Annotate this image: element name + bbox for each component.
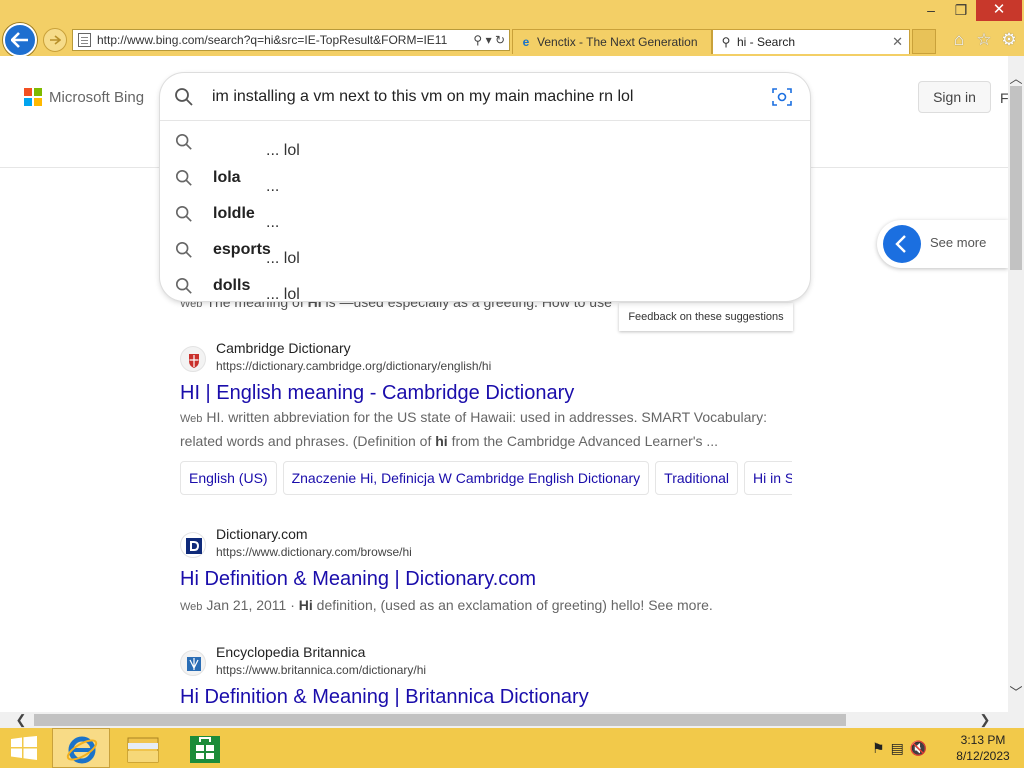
page-icon (78, 33, 91, 47)
favorites-star-icon[interactable]: ☆ (973, 29, 995, 51)
search-icon[interactable] (174, 87, 194, 107)
result-url[interactable]: https://www.dictionary.com/browse/hi (216, 545, 412, 559)
result-site-name[interactable]: Cambridge Dictionary (216, 340, 351, 356)
clock[interactable]: 3:13 PM 8/12/2023 (948, 732, 1018, 764)
close-tab-icon[interactable]: ✕ (892, 30, 903, 54)
deep-links: English (US) Znaczenie Hi, Definicja W Ca… (180, 461, 792, 497)
horizontal-scroll-thumb[interactable] (34, 714, 846, 726)
suggestion-item[interactable]: ... loldle (160, 196, 810, 232)
result-title-link[interactable]: HI | English meaning - Cambridge Diction… (180, 382, 574, 405)
horizontal-scrollbar[interactable]: ❮ ❯ (0, 712, 1024, 728)
back-arrow-icon (11, 32, 28, 48)
close-window-button[interactable]: ✕ (976, 0, 1022, 21)
scroll-left-icon[interactable]: ❮ (13, 712, 29, 728)
dictionary-com-favicon (180, 532, 206, 558)
search-input[interactable]: im installing a vm next to this vm on my… (212, 88, 633, 106)
clock-date: 8/12/2023 (956, 749, 1010, 763)
network-icon[interactable]: ▤ (891, 740, 910, 756)
result-url[interactable]: https://www.britannica.com/dictionary/hi (216, 663, 426, 677)
address-bar[interactable]: http://www.bing.com/search?q=hi&src=IE-T… (72, 29, 510, 51)
suggestion-item[interactable]: ... lol (160, 124, 810, 160)
scroll-down-icon[interactable]: ﹀ (1008, 682, 1024, 701)
browser-titlebar: http://www.bing.com/search?q=hi&src=IE-T… (0, 0, 1024, 57)
back-button[interactable] (3, 23, 37, 57)
web-label: Web (180, 601, 203, 613)
search-icon (175, 133, 192, 150)
search-icon (175, 205, 192, 222)
search-icon[interactable]: ⚲ (473, 33, 482, 47)
search-result: Dictionary.com https://www.dictionary.co… (180, 526, 800, 626)
settings-gear-icon[interactable]: ⚙ (998, 29, 1020, 51)
result-snippet: Web HI. written abbreviation for the US s… (180, 409, 767, 449)
chevron-left-icon (883, 225, 921, 263)
see-more-button[interactable]: See more (877, 220, 1008, 268)
ie-icon: e (522, 35, 530, 49)
logo-text: Microsoft Bing (49, 88, 145, 106)
deep-link-chip[interactable]: Znaczenie Hi, Definicja W Cambridge Engl… (282, 461, 650, 495)
windows-start-icon[interactable] (10, 736, 38, 760)
address-text: http://www.bing.com/search?q=hi&src=IE-T… (97, 33, 448, 47)
search-icon (175, 241, 192, 258)
forward-button[interactable] (43, 28, 67, 52)
clock-time: 3:13 PM (960, 733, 1006, 747)
tab-venctix[interactable]: e Venctix - The Next Generation (512, 29, 712, 54)
suggestion-feedback-link[interactable]: Feedback on these suggestions (619, 303, 793, 331)
search-icon (175, 277, 192, 294)
system-tray: ⚑▤🔇 (872, 740, 933, 757)
dropdown-icon[interactable]: ▾ (486, 33, 492, 47)
suggestion-item[interactable]: ... lola (160, 160, 810, 196)
store-icon (190, 736, 220, 763)
forward-arrow-icon (50, 35, 61, 45)
deep-link-chip[interactable]: Hi in S (744, 461, 792, 495)
taskbar: ⚑▤🔇 3:13 PM 8/12/2023 (0, 728, 1024, 768)
result-title-link[interactable]: Hi Definition & Meaning | Britannica Dic… (180, 686, 589, 709)
search-result: Encyclopedia Britannica https://www.brit… (180, 644, 800, 712)
taskbar-internet-explorer[interactable] (52, 728, 110, 768)
volume-muted-icon[interactable]: 🔇 (910, 740, 933, 756)
result-site-name[interactable]: Dictionary.com (216, 526, 308, 542)
result-snippet: Web Jan 21, 2011 · Hi definition, (used a… (180, 594, 790, 618)
taskbar-store[interactable] (176, 728, 234, 768)
search-box: im installing a vm next to this vm on my… (160, 73, 810, 304)
search-input-row[interactable]: im installing a vm next to this vm on my… (160, 73, 810, 121)
vertical-scroll-thumb[interactable] (1010, 86, 1022, 270)
result-url[interactable]: https://dictionary.cambridge.org/diction… (216, 359, 491, 373)
refresh-icon[interactable]: ↻ (495, 33, 505, 47)
scroll-up-icon[interactable]: ︿ (1008, 68, 1024, 87)
result-title-link[interactable]: Hi Definition & Meaning | Dictionary.com (180, 568, 536, 591)
search-icon (175, 169, 192, 186)
home-icon[interactable]: ⌂ (948, 29, 970, 51)
web-label: Web (180, 413, 203, 425)
sign-in-button[interactable]: Sign in (918, 81, 991, 113)
address-tools[interactable]: ⚲ ▾ ↻ (469, 30, 505, 50)
microsoft-logo-icon (24, 88, 42, 106)
result-site-name[interactable]: Encyclopedia Britannica (216, 644, 365, 660)
taskbar-file-explorer[interactable] (114, 728, 172, 768)
vertical-scrollbar[interactable]: ︿ ﹀ (1008, 56, 1024, 712)
tab-title: hi - Search (737, 35, 796, 49)
scroll-right-icon[interactable]: ❯ (977, 712, 993, 728)
suggestion-item[interactable]: ... lol esports (160, 232, 810, 268)
page-viewport: Microsoft Bing Sign in F im installing a… (0, 56, 1008, 712)
see-more-label: See more (930, 235, 987, 250)
new-tab-button[interactable] (912, 29, 936, 54)
ie-icon (66, 736, 98, 764)
deep-link-chip[interactable]: English (US) (180, 461, 277, 495)
minimize-button[interactable]: – (916, 0, 946, 21)
tab-title: Venctix - The Next Generation (537, 35, 698, 49)
bing-logo[interactable]: Microsoft Bing (24, 88, 144, 106)
truncated-header-item[interactable]: F (1000, 90, 1008, 106)
maximize-button[interactable]: ❐ (946, 0, 976, 21)
suggestion-item[interactable]: ... lol dolls (160, 268, 810, 304)
visual-search-icon[interactable] (771, 86, 793, 108)
folder-icon (127, 737, 159, 763)
flag-icon[interactable]: ⚑ (872, 740, 891, 756)
deep-link-chip[interactable]: Traditional (655, 461, 739, 495)
search-icon: ⚲ (721, 35, 731, 49)
britannica-favicon (180, 650, 206, 676)
cambridge-favicon (180, 346, 206, 372)
tab-hi-search[interactable]: ⚲ hi - Search ✕ (712, 29, 910, 54)
